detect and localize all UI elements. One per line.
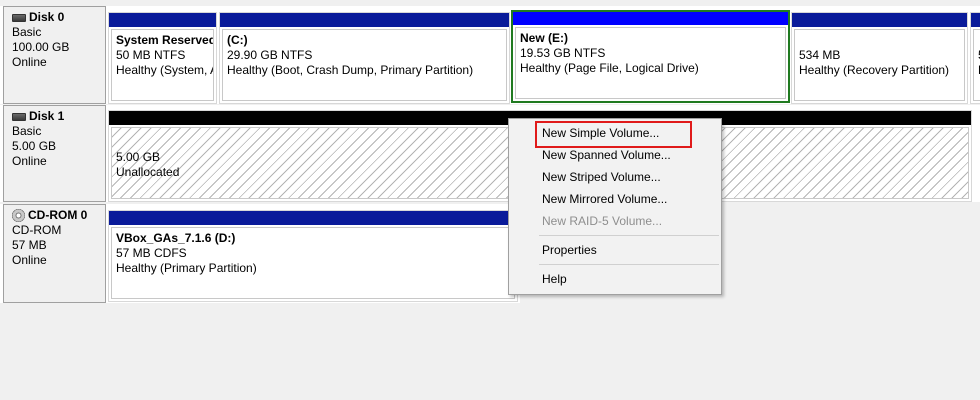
context-menu: New Simple Volume... New Spanned Volume.… bbox=[508, 118, 722, 295]
partition-c[interactable]: (C:) 29.90 GB NTFS Healthy (Boot, Crash … bbox=[219, 12, 510, 104]
menu-new-raid5-volume: New RAID-5 Volume... bbox=[542, 214, 663, 228]
menu-new-simple-volume[interactable]: New Simple Volume... bbox=[509, 122, 721, 144]
menu-help[interactable]: Help bbox=[509, 268, 721, 290]
partition-detail: 57 MB CDFS bbox=[116, 246, 187, 260]
partition-name: New (E:) bbox=[520, 31, 568, 45]
partition-e-selected[interactable]: New (E:) 19.53 GB NTFS Healthy (Page Fil… bbox=[511, 10, 790, 103]
cdrom-0-info[interactable]: CD-ROM 0 CD-ROM 57 MB Online bbox=[3, 204, 106, 303]
disk-size: 100.00 GB bbox=[12, 40, 70, 54]
cd-icon bbox=[12, 209, 25, 222]
disk-type: Basic bbox=[12, 25, 42, 39]
menu-new-spanned-volume[interactable]: New Spanned Volume... bbox=[509, 144, 721, 166]
disk-status: Online bbox=[12, 55, 47, 69]
disk-status: Online bbox=[12, 154, 47, 168]
partition-status: Healthy (Boot, Crash Dump, Primary Parti… bbox=[227, 63, 474, 77]
disk-1-row: Disk 1 Basic 5.00 GB Online 5.00 GB Unal… bbox=[0, 105, 980, 202]
menu-properties[interactable]: Properties bbox=[509, 239, 721, 261]
partition-extra[interactable]: 5 H bbox=[970, 12, 980, 104]
menu-separator bbox=[539, 235, 719, 236]
disk-status: Online bbox=[12, 253, 47, 267]
disk-name: Disk 0 bbox=[29, 10, 65, 24]
menu-new-mirrored-volume[interactable]: New Mirrored Volume... bbox=[509, 188, 721, 210]
partition-recovery[interactable]: 534 MB Healthy (Recovery Partition) bbox=[791, 12, 968, 104]
menu-separator bbox=[539, 264, 719, 265]
partition-name: System Reserved bbox=[116, 33, 214, 47]
disk-size: 5.00 GB bbox=[12, 139, 57, 153]
disk-0-row: Disk 0 Basic 100.00 GB Online System Res… bbox=[0, 6, 980, 104]
partition-detail: 19.53 GB NTFS bbox=[520, 46, 606, 60]
partition-name: (C:) bbox=[227, 33, 248, 47]
cdrom-0-row: CD-ROM 0 CD-ROM 57 MB Online VBox_GAs_7.… bbox=[0, 204, 520, 303]
disk-name: Disk 1 bbox=[29, 109, 65, 123]
partition-status: Healthy (System, A bbox=[116, 63, 214, 77]
disk-name: CD-ROM 0 bbox=[28, 208, 88, 222]
partition-detail: 29.90 GB NTFS bbox=[227, 48, 313, 62]
disk-0-info[interactable]: Disk 0 Basic 100.00 GB Online bbox=[3, 6, 106, 104]
partition-status: Healthy (Recovery Partition) bbox=[799, 63, 950, 77]
partition-status: Healthy (Page File, Logical Drive) bbox=[520, 61, 699, 75]
partition-detail: 50 MB NTFS bbox=[116, 48, 186, 62]
partition-name: VBox_GAs_7.1.6 (D:) bbox=[116, 231, 236, 245]
partition-name bbox=[799, 33, 964, 48]
disk-size: 57 MB bbox=[12, 238, 47, 252]
partition-detail: 534 MB bbox=[799, 48, 841, 62]
disk-type: Basic bbox=[12, 124, 42, 138]
menu-new-striped-volume[interactable]: New Striped Volume... bbox=[509, 166, 721, 188]
disk-icon bbox=[12, 13, 26, 22]
disk-icon bbox=[12, 112, 26, 121]
disk-type: CD-ROM bbox=[12, 223, 62, 237]
partition-d-cdrom[interactable]: VBox_GAs_7.1.6 (D:) 57 MB CDFS Healthy (… bbox=[108, 210, 518, 302]
disk-1-info[interactable]: Disk 1 Basic 5.00 GB Online bbox=[3, 105, 106, 202]
partition-status: Healthy (Primary Partition) bbox=[116, 261, 257, 275]
partition-system-reserved[interactable]: System Reserved 50 MB NTFS Healthy (Syst… bbox=[108, 12, 217, 104]
